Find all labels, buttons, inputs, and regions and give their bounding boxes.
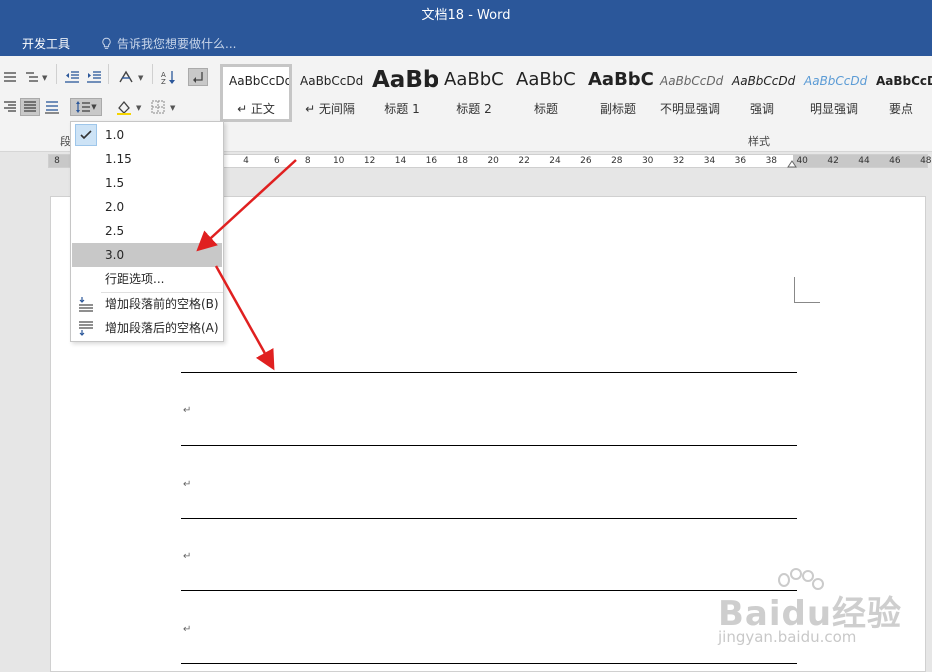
style-emphasis[interactable]: AaBbCcDd 强调: [726, 64, 798, 122]
checkmark-icon: [75, 124, 97, 146]
ruler-label: 18: [456, 156, 469, 166]
style-subtle-emphasis[interactable]: AaBbCcDd 不明显强调: [654, 64, 726, 122]
style-intense-emphasis[interactable]: AaBbCcDd 明显强调: [798, 64, 870, 122]
ruler-label: 24: [549, 156, 561, 166]
distributed-align-icon[interactable]: [42, 98, 62, 116]
ruler-label: 10: [332, 156, 345, 166]
style-subtitle[interactable]: AaBbC 副标题: [582, 64, 654, 122]
line-spacing-icon: [76, 101, 91, 113]
ruler-label: 42: [827, 156, 839, 166]
line-spacing-option-1-5[interactable]: 1.5: [72, 171, 222, 195]
paragraph-mark: ↵: [183, 624, 192, 635]
sort-icon[interactable]: AZ: [158, 68, 178, 86]
borders-icon[interactable]: [148, 98, 168, 116]
ruler-label: 8: [304, 156, 311, 166]
list-dropdown-arrow[interactable]: ▼: [42, 74, 47, 82]
justify-icon[interactable]: [20, 98, 40, 116]
right-indent-marker-icon[interactable]: [787, 160, 797, 168]
styles-group-label: 样式: [748, 135, 770, 148]
style-normal[interactable]: AaBbCcDd ↵ 正文: [220, 64, 292, 122]
paragraph-mark: ↵: [183, 551, 192, 562]
paragraph-border-line: [181, 518, 797, 519]
margin-corner-mark: [794, 277, 820, 303]
ruler-label: 38: [765, 156, 778, 166]
chinese-layout-dropdown-arrow[interactable]: ▼: [138, 74, 143, 82]
line-spacing-menu: 1.0 1.15 1.5 2.0 2.5 3.0 行距选项... 增加段落前的空…: [70, 121, 224, 342]
ruler-label: 12: [363, 156, 376, 166]
add-space-before-item[interactable]: 增加段落前的空格(B): [72, 292, 222, 316]
chinese-layout-icon[interactable]: [116, 68, 136, 86]
styles-gallery: AaBbCcDd ↵ 正文 AaBbCcDd ↵ 无间隔 AaBb 标题 1 A…: [220, 64, 932, 122]
ruler-label: 40: [796, 156, 808, 166]
ruler-label: 16: [425, 156, 438, 166]
line-spacing-button[interactable]: ▼: [70, 98, 102, 116]
tab-bar: 开发工具 告诉我您想要做什么...: [0, 32, 932, 56]
ruler-label: 14: [394, 156, 407, 166]
decrease-indent-icon[interactable]: [62, 68, 82, 86]
line-spacing-option-3-0[interactable]: 3.0: [72, 243, 222, 267]
ruler-label: 4: [243, 156, 249, 166]
multilevel-list-icon[interactable]: [0, 68, 20, 86]
ruler-label: 46: [889, 156, 901, 166]
style-strong[interactable]: AaBbCcDd 要点: [870, 64, 932, 122]
add-space-after-item[interactable]: 增加段落后的空格(A): [72, 316, 222, 340]
paragraph-border-line: [181, 590, 797, 591]
tab-developer[interactable]: 开发工具: [22, 35, 70, 52]
ruler-label: 36: [734, 156, 747, 166]
ruler-label: 26: [580, 156, 592, 166]
svg-text:Z: Z: [161, 78, 166, 85]
lightbulb-icon: [102, 37, 111, 49]
borders-dropdown-arrow[interactable]: ▼: [170, 104, 175, 112]
style-no-spacing[interactable]: AaBbCcDd ↵ 无间隔: [294, 64, 366, 122]
list-icon[interactable]: [22, 68, 42, 86]
ruler-label: 8: [54, 156, 60, 166]
paragraph-border-line: [181, 372, 797, 373]
align-right-icon[interactable]: [0, 98, 20, 116]
window-title: 文档18 - Word: [421, 8, 511, 23]
ruler-label: 32: [672, 156, 685, 166]
ruler-label: 44: [858, 156, 870, 166]
space-after-icon: [79, 321, 93, 336]
line-spacing-options-link[interactable]: 行距选项...: [72, 267, 222, 291]
ruler-label: 20: [487, 156, 499, 166]
ruler-label: 30: [641, 156, 654, 166]
style-heading-1[interactable]: AaBb 标题 1: [366, 64, 438, 122]
tell-me-text: 告诉我您想要做什么...: [117, 37, 237, 51]
shading-dropdown-arrow[interactable]: ▼: [136, 104, 141, 112]
line-spacing-option-2-0[interactable]: 2.0: [72, 195, 222, 219]
line-spacing-option-2-5[interactable]: 2.5: [72, 219, 222, 243]
increase-indent-icon[interactable]: [84, 68, 104, 86]
space-before-icon: [79, 297, 93, 312]
paragraph-mark: ↵: [183, 405, 192, 416]
paragraph-mark: ↵: [183, 479, 192, 490]
line-spacing-option-1-0[interactable]: 1.0: [72, 123, 222, 147]
paragraph-border-line: [181, 445, 797, 446]
ruler-label: 34: [703, 156, 716, 166]
style-heading-2[interactable]: AaBbC 标题 2: [438, 64, 510, 122]
line-spacing-option-1-15[interactable]: 1.15: [72, 147, 222, 171]
paragraph-border-line: [181, 663, 797, 664]
watermark-url: jingyan.baidu.com: [718, 628, 857, 646]
tell-me-box[interactable]: 告诉我您想要做什么...: [100, 35, 236, 52]
ruler-label: 22: [518, 156, 530, 166]
title-bar: 文档18 - Word: [0, 0, 932, 32]
baidu-watermark: Baidu经验 jingyan.baidu.com: [710, 568, 920, 668]
style-title[interactable]: AaBbC 标题: [510, 64, 582, 122]
line-spacing-dropdown-arrow: ▼: [91, 103, 97, 111]
show-paragraph-marks-icon[interactable]: [188, 68, 208, 86]
ruler-label: 6: [274, 156, 280, 166]
ruler-label: 48: [920, 156, 932, 166]
shading-icon[interactable]: [114, 98, 134, 116]
ruler-label: 28: [611, 156, 623, 166]
